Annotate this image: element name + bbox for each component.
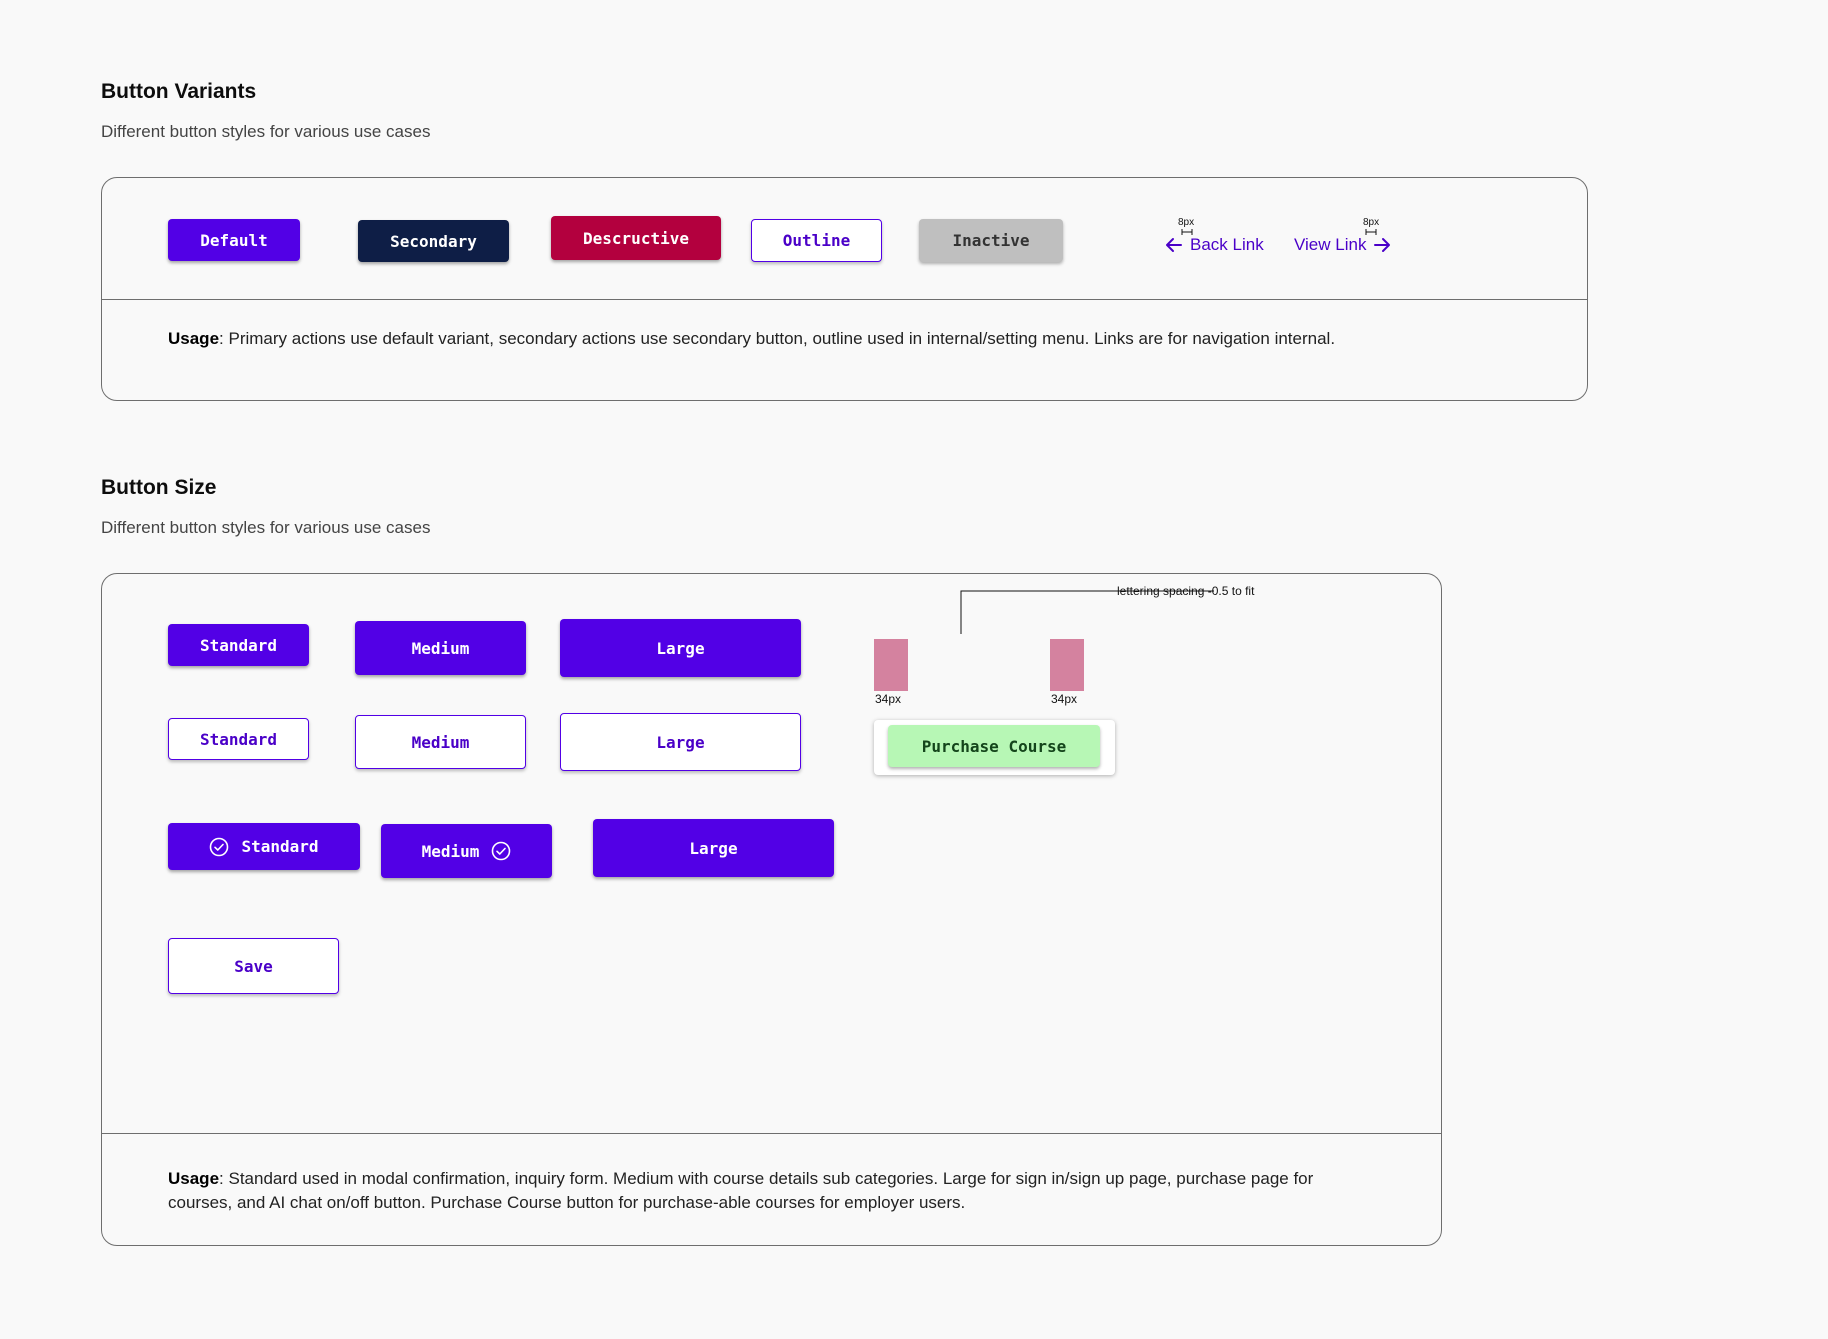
variants-panel: Default Secondary Descructive Outline In… (101, 177, 1588, 401)
arrow-left-icon (1166, 238, 1182, 252)
purchase-course-button[interactable]: Purchase Course (888, 725, 1100, 767)
sizes-usage: Usage: Standard used in modal confirmati… (168, 1167, 1328, 1215)
sizes-divider (102, 1133, 1441, 1134)
purchase-course-frame: Purchase Course (874, 720, 1115, 775)
save-button[interactable]: Save (168, 938, 339, 994)
back-link[interactable]: Back Link (1165, 235, 1264, 255)
check-circle-icon (492, 841, 511, 861)
view-link[interactable]: View Link (1294, 235, 1391, 255)
sizes-usage-text: : Standard used in modal confirmation, i… (168, 1169, 1314, 1212)
view-link-gap-label: 8px (1363, 217, 1380, 228)
variants-usage-label: Usage (168, 329, 220, 348)
standard-filled-button[interactable]: Standard (168, 624, 309, 666)
default-button[interactable]: Default (168, 219, 300, 261)
annotation-note: lettering spacing -0.5 to fit (1117, 584, 1255, 598)
inactive-button[interactable]: Inactive (919, 219, 1063, 262)
sizes-panel: Standard Medium Large Standard Medium La… (101, 573, 1442, 1246)
sizes-title: Button Size (101, 476, 217, 499)
left-padding-label: 34px (875, 692, 902, 706)
outline-button[interactable]: Outline (751, 219, 882, 262)
right-padding-label: 34px (1051, 692, 1078, 706)
standard-icon-button-label: Standard (241, 837, 319, 856)
left-padding-marker (874, 639, 908, 691)
variants-usage: Usage: Primary actions use default varia… (168, 327, 1428, 351)
arrow-right-icon (1374, 238, 1391, 252)
variants-subtitle: Different button styles for various use … (101, 122, 431, 141)
secondary-button[interactable]: Secondary (358, 220, 509, 262)
medium-icon-button[interactable]: Medium (381, 824, 552, 878)
medium-filled-button[interactable]: Medium (355, 621, 526, 675)
medium-outline-button[interactable]: Medium (355, 715, 526, 769)
variants-usage-text: : Primary actions use default variant, s… (219, 329, 1336, 348)
large-icon-button[interactable]: Large (593, 819, 834, 877)
standard-outline-button[interactable]: Standard (168, 718, 309, 760)
large-filled-button[interactable]: Large (560, 619, 801, 677)
medium-icon-button-label: Medium (421, 841, 480, 861)
standard-icon-button[interactable]: Standard (168, 823, 360, 870)
destructive-button[interactable]: Descructive (551, 216, 721, 260)
variants-divider (102, 299, 1587, 300)
variants-title: Button Variants (101, 80, 257, 103)
check-circle-icon (210, 837, 229, 856)
back-link-label: Back Link (1190, 235, 1264, 254)
right-padding-marker (1050, 639, 1084, 691)
large-outline-button[interactable]: Large (560, 713, 801, 771)
view-link-label: View Link (1294, 235, 1367, 254)
back-link-gap-label: 8px (1178, 217, 1195, 228)
sizes-subtitle: Different button styles for various use … (101, 518, 431, 537)
sizes-usage-label: Usage (168, 1169, 220, 1188)
